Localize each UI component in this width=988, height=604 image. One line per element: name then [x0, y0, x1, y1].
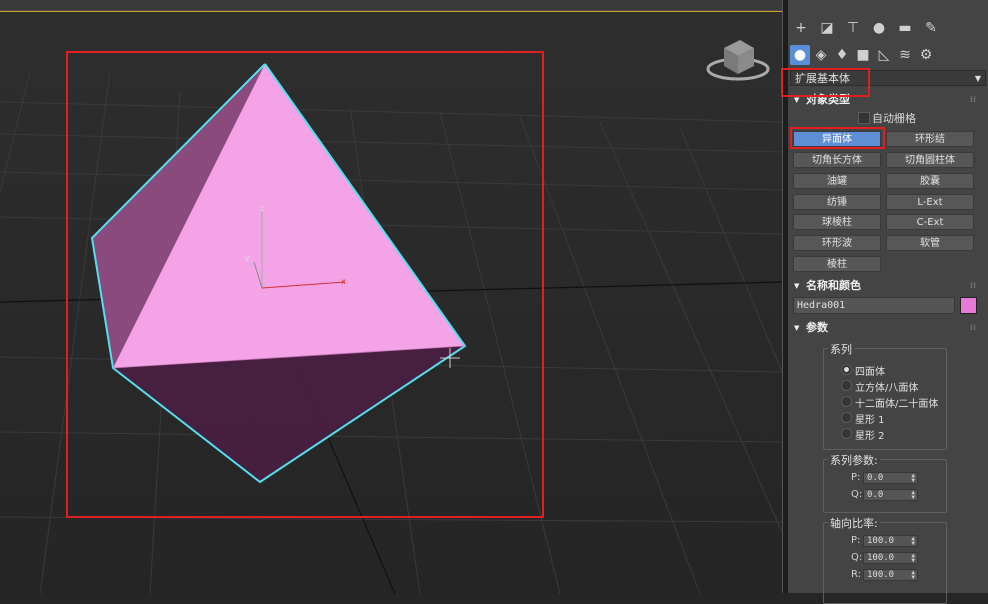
spinner-arrows-icon[interactable]: ▲ ▼	[911, 536, 915, 547]
rollout-grip-icon: ⁞⁞	[969, 323, 976, 332]
command-panel: + ◪ ⊤ ● ▬ ✎ ● ◈ ♦ ■ ◺ ≋ ⚙ 扩展基本体 ▼ ▼ 对象类型…	[788, 0, 988, 604]
family-q-label: Q:	[851, 489, 863, 500]
axis-p-spinner[interactable]: 100.0 ▲ ▼	[863, 535, 918, 547]
axis-r-label: R:	[851, 569, 862, 580]
spinner-arrows-icon[interactable]: ▲ ▼	[911, 570, 915, 581]
axis-p-value: 100.0	[867, 536, 895, 546]
axis-q-label: Q:	[851, 552, 863, 563]
rollout-name-color-header[interactable]: ▼ 名称和颜色 ⁞⁞	[788, 278, 988, 294]
family-p-value: 0.0	[867, 473, 884, 483]
btn-hedra[interactable]: 异面体	[793, 131, 881, 147]
family-group-title: 系列	[828, 341, 854, 357]
axis-r-value: 100.0	[867, 570, 895, 580]
btn-torus-knot[interactable]: 环形结	[886, 131, 974, 147]
family-p-label: P:	[851, 472, 861, 483]
axis-scaling-title: 轴向比率:	[828, 515, 880, 531]
create-plus-icon[interactable]: +	[791, 18, 811, 38]
spinner-arrows-icon[interactable]: ▲ ▼	[911, 490, 915, 501]
axis-scaling-group: 轴向比率: P: 100.0 ▲ ▼ Q: 100.0 ▲ ▼ R: 100.0 ▲ ▼	[823, 515, 947, 604]
gizmo-z-label: z	[260, 204, 264, 213]
btn-chamfer-cyl[interactable]: 切角圆柱体	[886, 152, 974, 168]
btn-spindle[interactable]: 纺锤	[793, 194, 881, 210]
btn-capsule[interactable]: 胶囊	[886, 173, 974, 189]
shapes-icon[interactable]: ◈	[811, 45, 831, 65]
space-warps-icon[interactable]: ≋	[895, 45, 915, 65]
perspective-viewport[interactable]: z y x	[0, 11, 782, 594]
btn-c-ext[interactable]: C-Ext	[886, 214, 974, 230]
rollout-object-type-header[interactable]: ▼ 对象类型 ⁞⁞	[788, 92, 988, 108]
gizmo-y-label: y	[245, 253, 250, 262]
btn-hose[interactable]: 软管	[886, 235, 974, 251]
modify-icon[interactable]: ◪	[817, 18, 837, 38]
family-params-group: 系列参数: P: 0.0 ▲ ▼ Q: 0.0 ▲ ▼	[823, 452, 947, 513]
command-panel-tabs: + ◪ ⊤ ● ▬ ✎	[788, 16, 988, 40]
btn-gengon[interactable]: 球棱柱	[793, 214, 881, 230]
gizmo-x-label: x	[341, 277, 346, 286]
btn-prism[interactable]: 棱柱	[793, 256, 881, 272]
object-name-input[interactable]: Hedra001	[793, 297, 955, 314]
rollout-grip-icon: ⁞⁞	[969, 281, 976, 290]
family-group: 系列 四面体 立方体/八面体 十二面体/二十面体 星形 1 星形 2	[823, 341, 947, 450]
chevron-down-icon: ▼	[974, 74, 981, 83]
radio-dodec-icos[interactable]	[841, 396, 852, 407]
radio-tetra[interactable]	[841, 364, 852, 375]
utilities-wrench-icon[interactable]: ✎	[921, 18, 941, 38]
axis-p-label: P:	[851, 535, 861, 546]
axis-q-spinner[interactable]: 100.0 ▲ ▼	[863, 552, 918, 564]
rollout-grip-icon: ⁞⁞	[969, 95, 976, 104]
spinner-arrows-icon[interactable]: ▲ ▼	[911, 553, 915, 564]
rollout-title: 参数	[806, 321, 828, 334]
lights-icon[interactable]: ♦	[832, 45, 852, 65]
spinner-arrows-icon[interactable]: ▲ ▼	[911, 473, 915, 484]
geometry-sphere-icon[interactable]: ●	[790, 45, 810, 65]
btn-oil-tank[interactable]: 油罐	[793, 173, 881, 189]
hedra-object[interactable]	[90, 63, 467, 484]
cameras-icon[interactable]: ■	[853, 45, 873, 65]
btn-ringwave[interactable]: 环形波	[793, 235, 881, 251]
rollout-collapse-icon: ▼	[794, 96, 800, 104]
btn-l-ext[interactable]: L-Ext	[886, 194, 974, 210]
rollout-title: 名称和颜色	[806, 279, 861, 292]
radio-star1-label: 星形 1	[855, 415, 885, 426]
helpers-icon[interactable]: ◺	[874, 45, 894, 65]
radio-star1[interactable]	[841, 412, 852, 423]
systems-icon[interactable]: ⚙	[916, 45, 936, 65]
rollout-parameters-header[interactable]: ▼ 参数 ⁞⁞	[788, 320, 988, 336]
family-q-value: 0.0	[867, 490, 884, 500]
family-p-spinner[interactable]: 0.0 ▲ ▼	[863, 472, 918, 484]
hierarchy-icon[interactable]: ⊤	[843, 18, 863, 38]
radio-dodec-icos-label: 十二面体/二十面体	[855, 399, 939, 410]
rollout-collapse-icon: ▼	[794, 282, 800, 290]
viewcube-icon[interactable]	[706, 40, 770, 81]
object-color-swatch[interactable]	[960, 297, 977, 314]
axis-r-spinner[interactable]: 100.0 ▲ ▼	[863, 569, 918, 581]
viewport-canvas[interactable]: z y x	[0, 12, 782, 594]
display-icon[interactable]: ▬	[895, 18, 915, 38]
family-params-title: 系列参数:	[828, 452, 880, 468]
axis-q-value: 100.0	[867, 553, 895, 563]
primitive-type-dropdown[interactable]: 扩展基本体 ▼	[790, 70, 986, 86]
dropdown-value: 扩展基本体	[795, 72, 850, 85]
radio-star2-label: 星形 2	[855, 431, 885, 442]
family-q-spinner[interactable]: 0.0 ▲ ▼	[863, 489, 918, 501]
btn-chamfer-box[interactable]: 切角长方体	[793, 152, 881, 168]
radio-cube-octa[interactable]	[841, 380, 852, 391]
radio-cube-octa-label: 立方体/八面体	[855, 383, 919, 394]
radio-tetra-label: 四面体	[855, 367, 885, 378]
rollout-title: 对象类型	[806, 93, 850, 106]
create-categories: ● ◈ ♦ ■ ◺ ≋ ⚙	[788, 43, 988, 67]
autogrid-label: 自动栅格	[872, 112, 916, 125]
motion-icon[interactable]: ●	[869, 18, 889, 38]
radio-star2[interactable]	[841, 428, 852, 439]
autogrid-checkbox[interactable]	[858, 112, 870, 124]
rollout-collapse-icon: ▼	[794, 324, 800, 332]
